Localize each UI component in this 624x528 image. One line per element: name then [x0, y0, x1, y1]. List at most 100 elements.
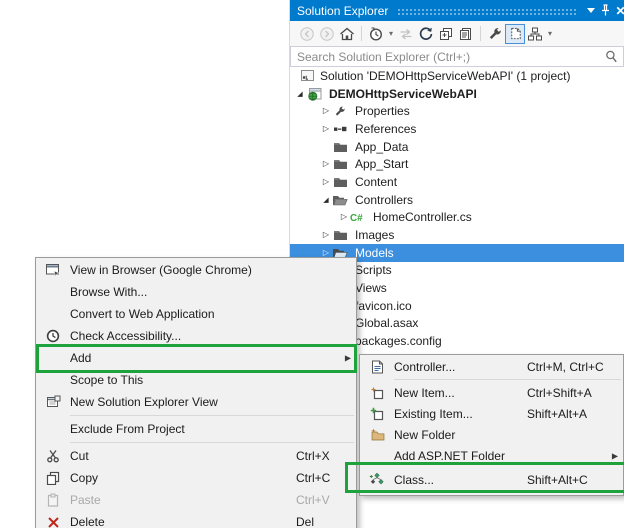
tree-item-label: packages.config: [355, 334, 442, 349]
menu-item-label: Add ASP.NET Folder: [394, 448, 505, 463]
menu-item-shortcut: Shift+Alt+C: [527, 472, 588, 487]
pin-icon[interactable]: [598, 2, 613, 19]
menu-item-label: Paste: [70, 493, 101, 507]
tree-item-homecontroller[interactable]: C# HomeController.cs: [290, 209, 624, 227]
pending-changes-caret-icon[interactable]: [386, 24, 396, 44]
menu-item-label: Check Accessibility...: [70, 329, 182, 343]
tree-item-images[interactable]: Images: [290, 226, 624, 244]
expand-arrow-icon[interactable]: [338, 213, 350, 221]
menu-item-label: Cut: [70, 449, 89, 463]
window-position-caret-icon[interactable]: [583, 2, 598, 19]
tree-item-app-data[interactable]: App_Data: [290, 138, 624, 156]
web-project-icon: [306, 87, 322, 101]
menu-item-cut[interactable]: Cut Ctrl+X: [36, 445, 356, 467]
menu-item-browse-with[interactable]: Browse With...: [36, 281, 356, 303]
properties-pages-icon[interactable]: [456, 24, 476, 44]
tree-item-label: Views: [355, 281, 387, 296]
expand-arrow-icon[interactable]: [320, 196, 332, 204]
expand-arrow-icon[interactable]: [294, 90, 306, 98]
menu-item-delete[interactable]: Delete Del: [36, 511, 356, 528]
menu-item-exclude-from-project[interactable]: Exclude From Project: [36, 418, 356, 440]
submenu-item-new-folder[interactable]: New Folder: [360, 424, 623, 445]
expand-arrow-icon[interactable]: [320, 107, 332, 115]
add-submenu: Controller... Ctrl+M, Ctrl+C New Item...…: [359, 354, 624, 496]
expand-arrow-icon[interactable]: [320, 249, 332, 257]
search-icon[interactable]: [605, 50, 618, 63]
menu-item-label: Controller...: [394, 359, 456, 374]
menu-item-label: Copy: [70, 471, 99, 485]
back-icon[interactable]: [297, 24, 317, 44]
tree-item-label: Images: [355, 228, 395, 243]
menu-separator: [70, 415, 354, 416]
show-all-files-icon[interactable]: [505, 23, 525, 44]
wrench-icon: [332, 105, 348, 118]
tree-item-properties[interactable]: Properties: [290, 102, 624, 120]
panel-titlebar[interactable]: Solution Explorer ✕: [290, 0, 624, 21]
controller-icon: [360, 360, 394, 374]
menu-item-label: Add: [70, 351, 92, 365]
svg-text:C#: C#: [350, 213, 363, 223]
tree-item-references[interactable]: References: [290, 120, 624, 138]
tree-item-controllers[interactable]: Controllers: [290, 191, 624, 209]
tree-item-label: favicon.ico: [355, 298, 412, 313]
sync-with-active-document-icon[interactable]: [396, 24, 416, 44]
tree-item-label: DEMOHttpServiceWebAPI: [329, 86, 477, 101]
menu-item-new-solution-explorer-view[interactable]: New Solution Explorer View: [36, 391, 356, 413]
menu-item-add[interactable]: Add: [36, 347, 356, 369]
submenu-item-new-item[interactable]: New Item... Ctrl+Shift+A: [360, 382, 623, 403]
tree-item-label: HomeController.cs: [373, 210, 472, 225]
properties-wrench-icon[interactable]: [485, 24, 505, 44]
menu-item-label: Exclude From Project: [70, 422, 185, 436]
refresh-icon[interactable]: [416, 24, 436, 44]
home-icon[interactable]: [337, 24, 357, 44]
menu-item-shortcut: Ctrl+C: [296, 471, 331, 485]
menu-item-copy[interactable]: Copy Ctrl+C: [36, 467, 356, 489]
tree-item-label: Scripts: [355, 263, 392, 278]
tree-item-label: Content: [355, 174, 398, 189]
context-menu: View in Browser (Google Chrome) Browse W…: [35, 257, 357, 528]
tree-item-label: Properties: [355, 104, 410, 119]
references-icon: [332, 123, 348, 135]
menu-item-scope-to-this[interactable]: Scope to This: [36, 369, 356, 391]
menu-item-label: New Item...: [394, 385, 455, 400]
menu-item-paste[interactable]: Paste Ctrl+V: [36, 489, 356, 511]
menu-item-shortcut: Ctrl+V: [296, 493, 330, 507]
submenu-item-existing-item[interactable]: Existing Item... Shift+Alt+A: [360, 403, 623, 424]
submenu-item-class[interactable]: Class... Shift+Alt+C: [360, 466, 623, 493]
view-class-diagram-icon[interactable]: [525, 24, 545, 44]
panel-title: Solution Explorer: [297, 3, 389, 18]
toolbar-overflow-caret-icon[interactable]: [545, 24, 555, 44]
browser-icon: [36, 263, 70, 277]
tree-item-content[interactable]: Content: [290, 173, 624, 191]
menu-item-check-accessibility[interactable]: Check Accessibility...: [36, 325, 356, 347]
forward-icon[interactable]: [317, 24, 337, 44]
submenu-item-controller[interactable]: Controller... Ctrl+M, Ctrl+C: [360, 356, 623, 377]
tree-item-label: App_Data: [355, 139, 409, 154]
folder-icon: [332, 141, 348, 153]
class-icon: [360, 472, 394, 487]
titlebar-drag-texture: [397, 7, 576, 17]
pending-changes-icon[interactable]: [366, 24, 386, 44]
collapse-all-icon[interactable]: [436, 24, 456, 44]
menu-item-label: Class...: [394, 472, 435, 487]
expand-arrow-icon[interactable]: [320, 125, 332, 133]
menu-separator: [394, 379, 621, 380]
tree-item-solution[interactable]: Solution 'DEMOHttpServiceWebAPI' (1 proj…: [290, 67, 624, 85]
solution-icon: [299, 69, 315, 82]
menu-item-shortcut: Ctrl+M, Ctrl+C: [527, 359, 604, 374]
menu-item-convert-to-web-application[interactable]: Convert to Web Application: [36, 303, 356, 325]
expand-arrow-icon[interactable]: [320, 160, 332, 168]
submenu-item-add-aspnet-folder[interactable]: Add ASP.NET Folder: [360, 445, 623, 466]
tree-item-app-start[interactable]: App_Start: [290, 155, 624, 173]
folder-icon: [332, 158, 348, 170]
expand-arrow-icon[interactable]: [320, 178, 332, 186]
expand-arrow-icon[interactable]: [320, 231, 332, 239]
menu-item-label: Browse With...: [70, 285, 148, 299]
menu-item-shortcut: Del: [296, 515, 315, 528]
tree-item-project[interactable]: DEMOHttpServiceWebAPI: [290, 85, 624, 103]
search-box[interactable]: Search Solution Explorer (Ctrl+;): [290, 46, 624, 67]
close-icon[interactable]: ✕: [613, 2, 624, 19]
folder-icon: [332, 229, 348, 241]
cut-icon: [36, 449, 70, 463]
menu-item-view-in-browser[interactable]: View in Browser (Google Chrome): [36, 259, 356, 281]
